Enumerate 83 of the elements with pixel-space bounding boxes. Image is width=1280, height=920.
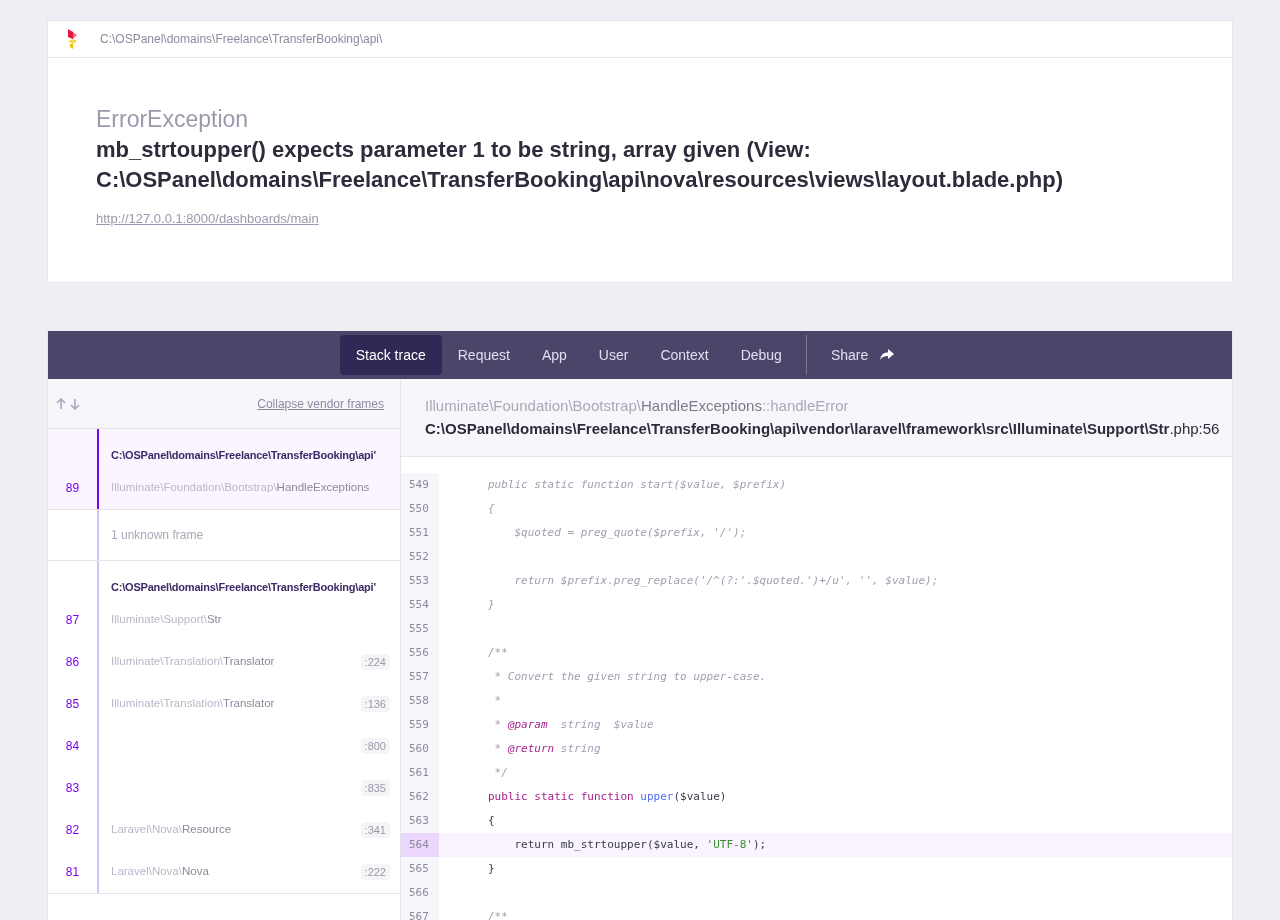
line-number: :800 — [360, 737, 390, 755]
code-line: return mb_strtoupper($value, 'UTF-8'); — [513, 836, 767, 853]
code-line-number: 560 — [401, 737, 439, 761]
tab[interactable]: Debug — [724, 335, 798, 375]
frame-row[interactable]: :835 — [97, 767, 400, 809]
frame-row[interactable]: :800 — [97, 725, 400, 767]
code-line-number: 550 — [401, 497, 439, 521]
code-line: */ — [493, 764, 508, 781]
error-message: mb_strtoupper() expects parameter 1 to be string, array given (View: C:\OSPanel\domains\Freelance\TransferBooking\api\nova\resources\views\layout.blade.php) — [96, 136, 1065, 194]
frame-row[interactable]: Illuminate\Translation\Translator :136 — [97, 683, 400, 725]
code-line-number: 552 — [401, 545, 439, 569]
code-line-number: 555 — [401, 617, 439, 641]
code-line: { — [487, 500, 495, 517]
frame-number: 83 — [64, 780, 81, 797]
frame-class: Illuminate\Support\Str — [111, 612, 222, 628]
up-arrow-icon[interactable] — [56, 397, 66, 410]
frame-row[interactable]: Laravel\Nova\Nova :222 — [97, 851, 400, 893]
frame-number: 82 — [64, 822, 81, 839]
code-line-number: 567 — [401, 905, 439, 920]
code-line: /** — [487, 908, 508, 920]
frame-class: Illuminate\Translation\Translator — [111, 654, 275, 670]
frame-number: 86 — [64, 654, 81, 671]
code-line-number: 549 — [401, 473, 439, 497]
line-number: :341 — [360, 821, 390, 839]
line-number: :835 — [360, 779, 390, 797]
frame-number: 84 — [64, 738, 81, 755]
code-line: } — [487, 596, 495, 613]
tab[interactable]: App — [525, 335, 583, 375]
code-line-number: 566 — [401, 881, 439, 905]
frame-file: C:\OSPanel\domains\Freelance\TransferBooking\api\vendor\laravel\framework\src\Illuminate\Support\Str.php:56 — [425, 418, 1221, 439]
frame-number: 85 — [64, 696, 81, 713]
code-line: * @param string $value — [493, 716, 654, 733]
frame-row[interactable]: Illuminate\Translation\Translator :224 — [97, 641, 400, 683]
code-line-number: 551 — [401, 521, 439, 545]
tab[interactable]: Context — [644, 335, 725, 375]
share-button[interactable]: Share — [814, 335, 911, 375]
frame-number: 87 — [64, 612, 81, 629]
code-line-number: 564 — [401, 833, 439, 857]
frame-class: Illuminate\Foundation\Bootstrap\HandleExceptions — [111, 480, 370, 496]
frame-method: Illuminate\Foundation\Bootstrap\HandleExceptions::handleError — [425, 396, 850, 416]
code-line: public static function start($value, $prefix) — [487, 476, 786, 493]
code-line-number: 561 — [401, 761, 439, 785]
code-line-number: 559 — [401, 713, 439, 737]
code-line: /** — [487, 644, 508, 661]
frame-number: 89 — [64, 480, 81, 497]
frame-group[interactable] — [48, 561, 400, 894]
code-line-number: 562 — [401, 785, 439, 809]
down-arrow-icon[interactable] — [70, 397, 80, 410]
frame-group[interactable]: C:\OSPanel\domains\Freelance\TransferBooking\api' 89 Illuminate\Foundation\Bootstrap\HandleExceptions — [48, 429, 400, 510]
share-icon — [880, 349, 895, 361]
code-line: public static function upper($value) — [487, 788, 727, 805]
code-line-number: 563 — [401, 809, 439, 833]
tab[interactable]: Request — [441, 335, 526, 375]
frame-file-path: C:\OSPanel\domains\Freelance\TransferBooking\api' — [111, 447, 376, 463]
frame-row[interactable]: Laravel\Nova\Resource :341 — [97, 809, 400, 851]
line-number: :136 — [360, 695, 390, 713]
project-path: C:\OSPanel\domains\Freelance\TransferBooking\api\ — [100, 31, 383, 48]
logo-icon — [66, 28, 78, 50]
line-number: :222 — [360, 863, 390, 881]
code-line-number: 558 — [401, 689, 439, 713]
code-line-number: 556 — [401, 641, 439, 665]
code-line: * Convert the given string to upper-case. — [493, 668, 767, 685]
exception-class: ErrorException — [96, 105, 250, 133]
request-url[interactable]: http://127.0.0.1:8000/dashboards/main — [96, 209, 319, 229]
code-line-number: 565 — [401, 857, 439, 881]
tab[interactable]: Stack trace — [339, 335, 442, 375]
frame-number: 81 — [64, 864, 81, 881]
collapse-vendor-link[interactable]: Collapse vendor frames — [257, 394, 384, 413]
code-line-number: 554 — [401, 593, 439, 617]
tab[interactable]: User — [582, 335, 645, 375]
code-line-number: 557 — [401, 665, 439, 689]
code-line: * @return string — [493, 740, 601, 757]
code-line: return $prefix.preg_replace('/^(?:'.$quoted.')+/u', '', $value); — [513, 572, 939, 589]
code-line-number: 553 — [401, 569, 439, 593]
frame-file-path: C:\OSPanel\domains\Freelance\TransferBooking\api' — [111, 579, 376, 595]
code-line: } — [487, 860, 495, 877]
code-line: $quoted = preg_quote($prefix, '/'); — [513, 524, 747, 541]
code-line: * — [493, 692, 502, 709]
frame-class: Laravel\Nova\Nova — [111, 864, 209, 880]
frame-class: Laravel\Nova\Resource — [111, 822, 232, 838]
code-line: { — [487, 812, 495, 829]
line-number: :224 — [360, 653, 390, 671]
frame-class: Illuminate\Translation\Translator — [111, 696, 275, 712]
